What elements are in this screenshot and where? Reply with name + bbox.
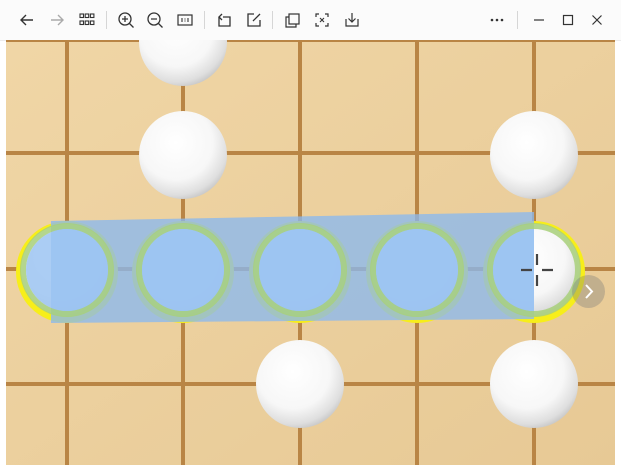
save-button[interactable] <box>339 7 365 33</box>
crop-button[interactable] <box>309 7 335 33</box>
toolbar-separator <box>272 11 273 29</box>
zoom-out-button[interactable] <box>142 7 168 33</box>
back-arrow-icon <box>20 14 33 26</box>
forward-arrow-icon <box>51 14 64 26</box>
close-icon <box>592 15 602 25</box>
more-icon <box>490 18 504 22</box>
zoom-out-icon <box>147 12 163 28</box>
grid-icon <box>79 13 95 26</box>
more-button[interactable] <box>484 7 510 33</box>
save-download-icon <box>345 13 359 27</box>
zoom-in-icon <box>118 12 134 28</box>
copy-icon <box>285 13 300 28</box>
crop-icon <box>315 13 329 27</box>
white-stone <box>490 340 578 428</box>
actual-size-icon <box>177 14 193 26</box>
actual-size-button[interactable] <box>172 7 198 33</box>
white-stone <box>256 340 344 428</box>
toolbar-separator <box>517 11 518 29</box>
edit-button[interactable] <box>241 7 267 33</box>
back-button[interactable] <box>14 7 40 33</box>
next-image-button[interactable] <box>572 275 605 308</box>
zoom-in-button[interactable] <box>113 7 139 33</box>
toolbar-separator <box>204 11 205 29</box>
image-viewer-window <box>0 0 621 470</box>
close-button[interactable] <box>584 7 610 33</box>
edit-icon <box>247 13 261 27</box>
maximize-icon <box>562 14 574 26</box>
gallery-button[interactable] <box>74 7 100 33</box>
maximize-button[interactable] <box>555 7 581 33</box>
chevron-right-icon <box>585 284 594 299</box>
toolbar <box>0 0 621 41</box>
toolbar-separator <box>106 11 107 29</box>
minimize-icon <box>534 19 544 21</box>
image-canvas[interactable] <box>6 40 615 465</box>
rotate-icon <box>218 13 231 27</box>
rotate-button[interactable] <box>211 7 237 33</box>
white-stone <box>490 111 578 199</box>
copy-button[interactable] <box>279 7 305 33</box>
minimize-button[interactable] <box>526 7 552 33</box>
gomoku-board-image <box>6 40 615 465</box>
white-stone <box>139 111 227 199</box>
forward-button[interactable] <box>44 7 70 33</box>
